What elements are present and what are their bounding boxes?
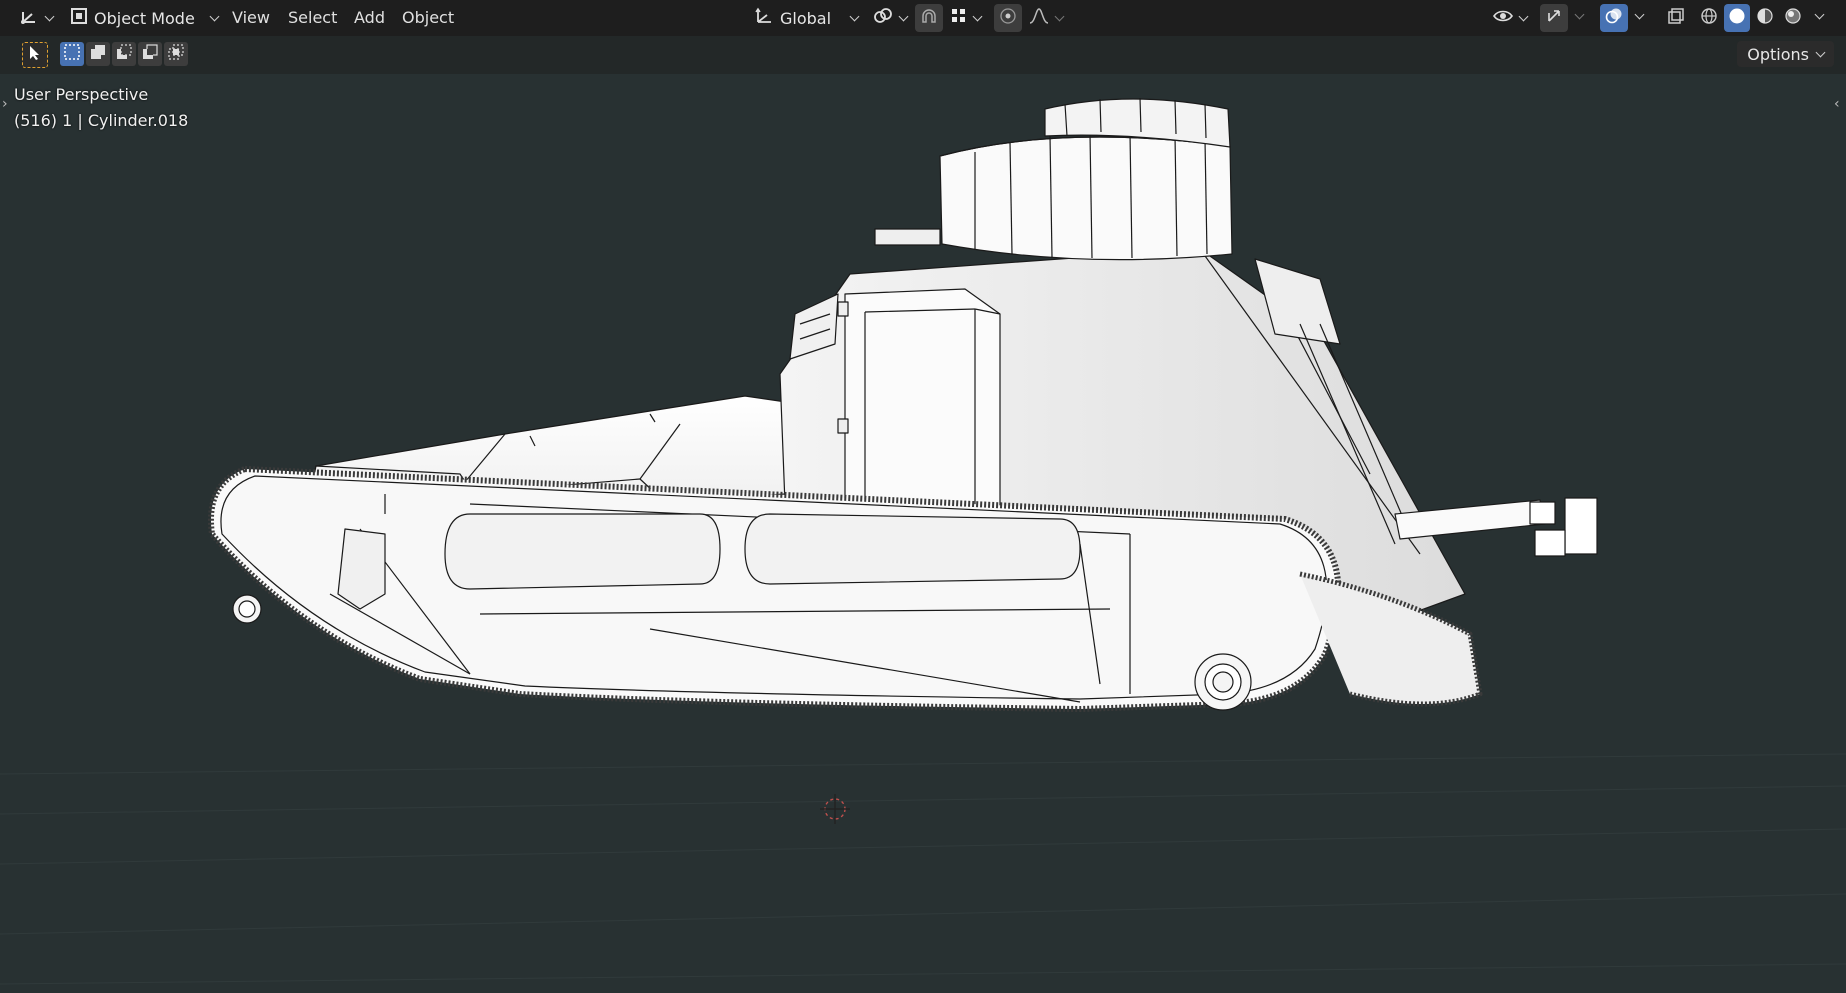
chevron-down-icon [44, 11, 55, 21]
shading-rendered[interactable] [1780, 4, 1806, 32]
selection-mode-subtract[interactable] [112, 42, 136, 66]
menu-view[interactable]: View [228, 6, 274, 30]
menu-object[interactable]: Object [398, 6, 458, 30]
overlay-toggle[interactable] [1600, 4, 1628, 32]
falloff-dropdown[interactable] [1022, 4, 1069, 32]
options-label: Options [1747, 44, 1809, 64]
3d-viewport[interactable] [0, 74, 1846, 993]
rendered-shading-icon [1784, 7, 1802, 29]
subtract-selection-icon [115, 43, 133, 65]
sidebar-expand-arrow[interactable]: ‹ [1834, 96, 1844, 112]
wireframe-shading-icon [1700, 7, 1718, 29]
object-info: (516) 1 | Cylinder.018 [14, 111, 189, 130]
selection-mode-invert[interactable] [138, 42, 162, 66]
xray-icon [1667, 7, 1685, 29]
3d-cursor[interactable] [820, 794, 850, 824]
turret [874, 97, 1233, 261]
snap-grid-icon [950, 7, 968, 29]
mode-dropdown[interactable]: Object Mode [64, 4, 224, 32]
gizmo-toggle[interactable] [1540, 4, 1568, 32]
gizmo-icon [1545, 7, 1563, 29]
tool-select-button[interactable] [22, 42, 48, 68]
magnet-icon [920, 7, 938, 29]
invert-selection-icon [141, 43, 159, 65]
chevron-down-icon [1054, 11, 1065, 21]
chevron-down-icon [1815, 47, 1826, 57]
eye-icon [1492, 7, 1514, 29]
chevron-down-icon [849, 11, 860, 21]
viewport-header: Object Mode View Select Add Object Globa… [0, 0, 1846, 36]
chevron-down-icon[interactable] [1814, 9, 1825, 20]
snap-toggle[interactable] [915, 4, 943, 32]
visibility-dropdown[interactable] [1486, 4, 1533, 32]
solid-shading-icon [1728, 7, 1746, 29]
idler-wheel [232, 594, 262, 624]
material-shading-icon [1756, 7, 1774, 29]
selection-mode-extend[interactable] [86, 42, 110, 66]
extend-selection-icon [89, 43, 107, 65]
chevron-down-icon[interactable] [1574, 9, 1585, 20]
pivot-link-icon [872, 7, 894, 29]
tank-model[interactable] [208, 97, 1598, 824]
overlay-icon [1605, 7, 1623, 29]
shading-wireframe[interactable] [1696, 4, 1722, 32]
chevron-down-icon [1518, 11, 1529, 21]
chevron-down-icon [898, 11, 909, 21]
editor-type-button[interactable] [14, 4, 59, 32]
xray-toggle[interactable] [1662, 4, 1690, 32]
transform-orientation-dropdown[interactable]: Global [748, 4, 864, 32]
mode-label: Object Mode [94, 8, 195, 28]
new-selection-icon [63, 43, 81, 65]
options-dropdown[interactable]: Options [1737, 41, 1834, 67]
menu-select[interactable]: Select [284, 6, 341, 30]
shading-material[interactable] [1752, 4, 1778, 32]
select-cursor-icon [28, 45, 42, 65]
snap-target-dropdown[interactable] [944, 4, 987, 32]
intersect-selection-icon [167, 43, 185, 65]
proportional-edit-icon [999, 7, 1017, 29]
chevron-down-icon [209, 11, 220, 21]
view-name: User Perspective [14, 85, 149, 104]
drive-sprocket [1194, 653, 1252, 711]
selection-mode-intersect[interactable] [164, 42, 188, 66]
proportional-edit-toggle[interactable] [994, 4, 1022, 32]
orientation-label: Global [780, 8, 832, 28]
chevron-down-icon [972, 11, 983, 21]
floor-grid [0, 753, 1846, 985]
menu-add[interactable]: Add [350, 6, 389, 30]
pivot-point-dropdown[interactable] [866, 4, 913, 32]
toolbar-expand-arrow[interactable]: › [2, 96, 12, 112]
selection-mode-new[interactable] [60, 42, 84, 66]
axes-icon [20, 7, 40, 29]
shading-solid[interactable] [1724, 4, 1750, 32]
global-orientation-icon [754, 6, 774, 30]
object-mode-icon [70, 7, 88, 29]
tool-settings-bar [0, 36, 1846, 74]
falloff-curve-icon [1028, 7, 1050, 29]
chevron-down-icon[interactable] [1634, 9, 1645, 20]
